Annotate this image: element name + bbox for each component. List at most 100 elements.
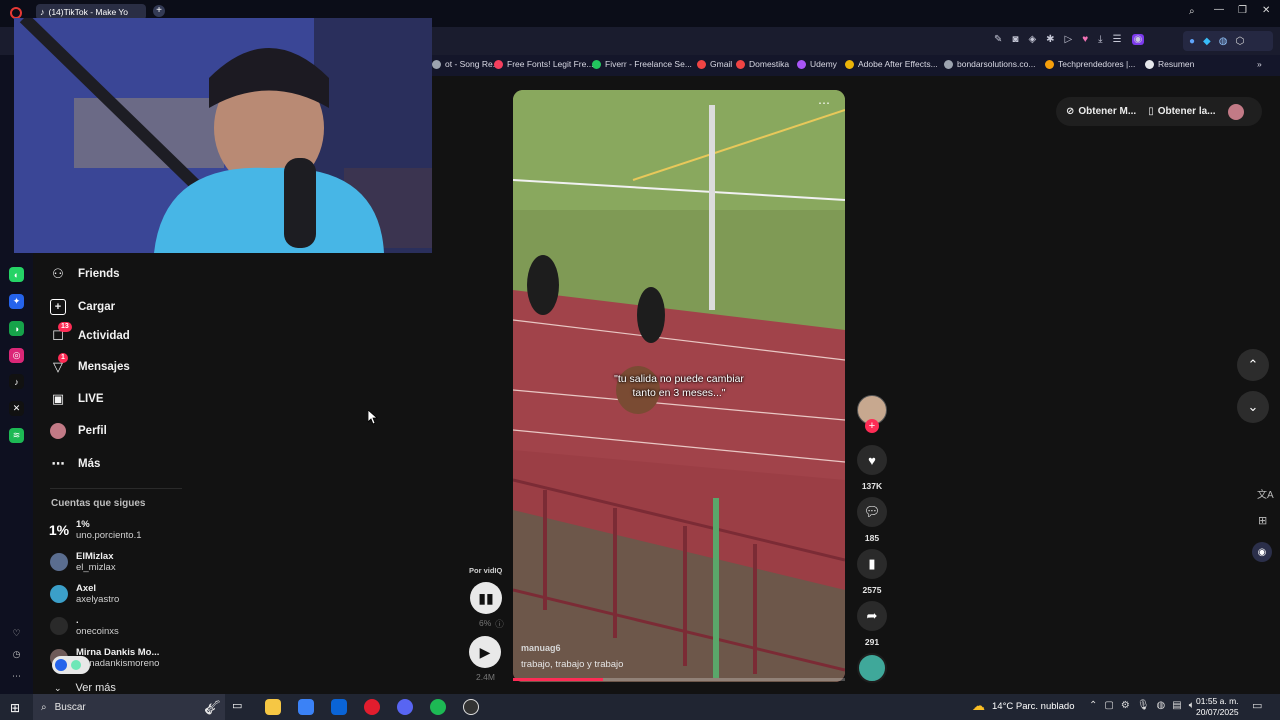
bookmark-item[interactable]: Udemy: [797, 59, 837, 69]
tiktok-icon[interactable]: ♪: [9, 374, 24, 389]
assistant-icon[interactable]: ◉: [1252, 542, 1272, 562]
favorites-heart-icon[interactable]: ♡: [9, 626, 24, 641]
sidebar-item-label: Cargar: [78, 301, 116, 313]
ext-blue-icon[interactable]: ●: [1189, 36, 1195, 47]
sidebar-item-label: Actividad: [78, 330, 130, 342]
sidebar-item-more[interactable]: ⋯ Más: [50, 456, 101, 472]
following-item-4[interactable]: . onecoinxs: [50, 615, 119, 637]
weather-text[interactable]: 14°C Parc. nublado: [992, 701, 1075, 712]
maximize-icon[interactable]: ❐: [1238, 5, 1247, 16]
bookmark-item[interactable]: Domestika: [736, 59, 789, 69]
taskbar-search[interactable]: ⌕ Buscar 🎸︎: [33, 694, 225, 720]
whatsapp-icon[interactable]: ◐: [9, 267, 24, 282]
sidebar-item-friends[interactable]: ⚇ Friends: [50, 266, 119, 282]
spotify-icon[interactable]: ≋: [9, 428, 24, 443]
x-twitter-icon[interactable]: ✕: [9, 401, 24, 416]
edit-icon[interactable]: ✎: [994, 34, 1002, 45]
see-more-link[interactable]: ⌄ Ver más: [54, 682, 116, 694]
following-item-2[interactable]: ElMizlax el_mizlax: [50, 551, 116, 573]
video-progress-bar[interactable]: [513, 678, 845, 681]
get-coins-button[interactable]: ⊘ Obtener M...: [1066, 106, 1136, 117]
messenger-icon[interactable]: ✦: [9, 294, 24, 309]
discord-icon[interactable]: [397, 699, 413, 715]
following-item-3[interactable]: Axel axelyastro: [50, 583, 119, 605]
vidiq-stats-button[interactable]: ▮▮: [470, 582, 502, 614]
save-button[interactable]: ▮: [857, 549, 887, 579]
phone-icon: ▯: [1148, 106, 1154, 117]
tray-chevron-icon[interactable]: ⌃: [1089, 700, 1097, 711]
bookmarks-overflow-icon[interactable]: »: [1257, 59, 1262, 69]
next-video-button[interactable]: ⌄: [1237, 391, 1269, 423]
share-button[interactable]: ➦: [857, 601, 887, 631]
bookmark-item[interactable]: Gmail: [697, 59, 732, 69]
tray-dot-icon[interactable]: ◍: [1157, 700, 1166, 711]
bookmark-item[interactable]: bondarsolutions.co...: [944, 59, 1035, 69]
floating-pill-widget[interactable]: [52, 656, 90, 674]
bookmark-item[interactable]: Free Fonts! Legit Fre...: [494, 59, 593, 69]
get-app-button[interactable]: ▯ Obtener la...: [1148, 106, 1215, 117]
sidebar-item-activity[interactable]: ☐ 13 Actividad: [50, 322, 130, 344]
minimize-icon[interactable]: —: [1214, 4, 1224, 15]
microphone-icon[interactable]: 🎙︎: [1137, 700, 1150, 711]
store-icon[interactable]: [298, 699, 314, 715]
following-item-1[interactable]: 1% 1% uno.porciento.1: [49, 519, 142, 541]
chevron-up-icon: ⌃: [1247, 357, 1259, 372]
music-disc-icon[interactable]: [857, 653, 887, 683]
notifications-icon[interactable]: ▭: [1252, 699, 1262, 712]
file-explorer-icon[interactable]: [265, 699, 281, 715]
tray-settings-icon[interactable]: ⚙: [1121, 700, 1130, 711]
close-window-icon[interactable]: ✕: [1262, 5, 1270, 16]
share-arrow-icon: ➦: [866, 608, 878, 623]
tray-app-icon[interactable]: ▢: [1104, 700, 1113, 711]
bookmark-item[interactable]: Fiverr - Freelance Se...: [592, 59, 692, 69]
qr-icon[interactable]: ⊞: [1258, 514, 1267, 527]
new-tab-button[interactable]: +: [153, 5, 165, 17]
sidebar-item-messages[interactable]: ▽ 1 Mensajes: [50, 353, 130, 375]
volume-icon[interactable]: 🔈︎: [1189, 700, 1195, 711]
camera-icon[interactable]: ◙: [1012, 34, 1018, 45]
ext-cube-icon[interactable]: ⬡: [1235, 36, 1244, 47]
video-author[interactable]: manuag6: [521, 643, 561, 653]
outlook-icon[interactable]: [331, 699, 347, 715]
play-icon[interactable]: ▷: [1065, 34, 1073, 45]
history-clock-icon[interactable]: ◷: [9, 647, 24, 662]
sidebar-item-profile[interactable]: Perfil: [50, 423, 107, 439]
comment-button[interactable]: 💬︎: [857, 497, 887, 527]
ext-translate-icon[interactable]: ◆: [1203, 36, 1211, 47]
whatsapp-business-icon[interactable]: ◑: [9, 321, 24, 336]
like-button[interactable]: ♥: [857, 445, 887, 475]
spotify-taskbar-icon[interactable]: [430, 699, 446, 715]
bookmark-item[interactable]: Techprendedores |...: [1045, 59, 1135, 69]
bookmark-label: Resumen: [1158, 59, 1195, 69]
bookmark-label: Free Fonts! Legit Fre...: [507, 59, 594, 69]
system-tray: ⌃ ▢ ⚙ 🎙︎ ◍ ▤ 🔈︎: [1089, 700, 1195, 711]
extension-icon[interactable]: ✱: [1046, 34, 1054, 45]
taskbar-clock[interactable]: 01:55 a. m. 20/07/2025: [1196, 696, 1239, 718]
bookmark-item[interactable]: ot - Song Re...: [432, 59, 500, 69]
shield-icon[interactable]: ◈: [1028, 34, 1036, 45]
follow-plus-button[interactable]: +: [865, 419, 879, 433]
profile-icon[interactable]: ◉: [1131, 34, 1145, 45]
sidebar-item-live[interactable]: ▣ LIVE: [50, 391, 104, 407]
video-more-options-icon[interactable]: ⋯: [818, 96, 830, 110]
network-icon[interactable]: ▤: [1172, 700, 1181, 711]
bookmark-item[interactable]: Resumen: [1145, 59, 1194, 69]
instagram-icon[interactable]: ◎: [9, 348, 24, 363]
sidebar-more-icon[interactable]: ⋯: [9, 669, 24, 684]
task-view-icon[interactable]: ▭: [232, 699, 248, 715]
sidebar-item-upload[interactable]: + Cargar: [50, 299, 115, 315]
ext-vidiq-icon[interactable]: ◍: [1219, 36, 1228, 47]
play-button[interactable]: ▶: [469, 636, 501, 668]
search-tabs-icon[interactable]: ⌕: [1189, 6, 1195, 17]
menu-icon[interactable]: ☰: [1113, 34, 1122, 45]
obs-icon[interactable]: [463, 699, 479, 715]
user-avatar[interactable]: [1227, 103, 1244, 120]
bookmark-item[interactable]: Adobe After Effects...: [845, 59, 938, 69]
windows-start-icon[interactable]: ⊞: [10, 701, 20, 715]
bookmark-label: Domestika: [749, 59, 790, 69]
opera-taskbar-icon[interactable]: [364, 699, 380, 715]
heart-icon[interactable]: ♥: [1082, 34, 1088, 45]
previous-video-button[interactable]: ⌃: [1237, 349, 1269, 381]
translate-icon[interactable]: 文A: [1257, 486, 1274, 501]
download-icon[interactable]: ⤓: [1098, 34, 1102, 45]
